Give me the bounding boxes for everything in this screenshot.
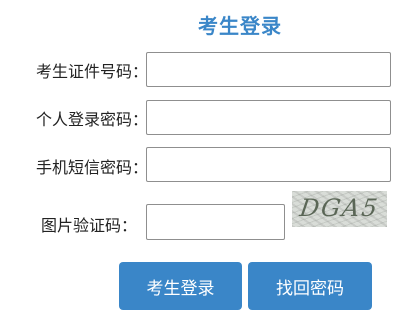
captcha-image[interactable]: DGA5 xyxy=(292,191,387,227)
sms-code-input[interactable] xyxy=(146,147,391,182)
login-password-label: 个人登录密码： xyxy=(35,110,148,129)
recover-password-button[interactable]: 找回密码 xyxy=(248,262,372,310)
sms-code-label: 手机短信密码： xyxy=(35,158,148,177)
captcha-text: DGA5 xyxy=(298,194,381,222)
id-number-input[interactable] xyxy=(146,52,391,87)
login-password-input[interactable] xyxy=(146,100,391,135)
page-title: 考生登录 xyxy=(198,14,282,38)
captcha-label: 图片验证码： xyxy=(40,216,137,235)
captcha-input[interactable] xyxy=(146,204,285,240)
id-number-label: 考生证件号码： xyxy=(35,62,148,81)
login-button[interactable]: 考生登录 xyxy=(119,262,242,310)
